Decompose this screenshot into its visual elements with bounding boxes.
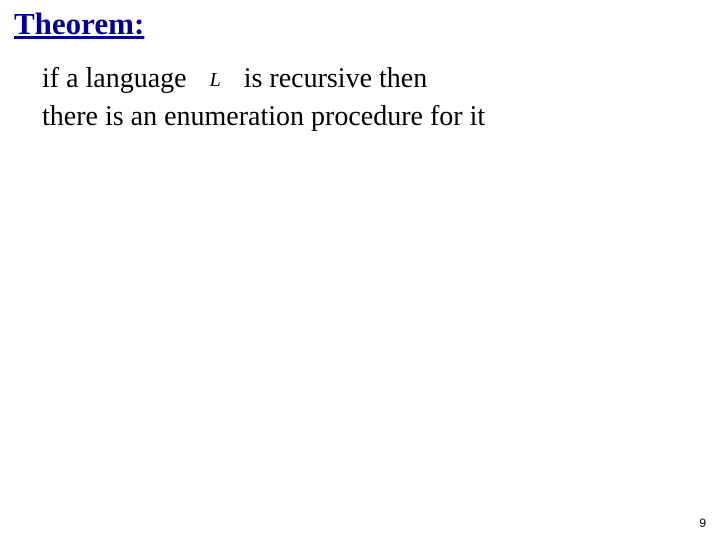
- slide: Theorem: if a language L is recursive th…: [0, 0, 720, 540]
- body-line-2: there is an enumeration procedure for it: [42, 98, 690, 136]
- page-number: 9: [699, 516, 706, 530]
- body-line-1: if a language L is recursive then: [42, 60, 690, 98]
- body-mid: is recursive then: [244, 63, 428, 94]
- theorem-heading: Theorem:: [14, 6, 144, 42]
- theorem-body: if a language L is recursive then there …: [42, 60, 690, 136]
- body-pre: if a language: [42, 63, 187, 94]
- var-l: L: [208, 67, 223, 94]
